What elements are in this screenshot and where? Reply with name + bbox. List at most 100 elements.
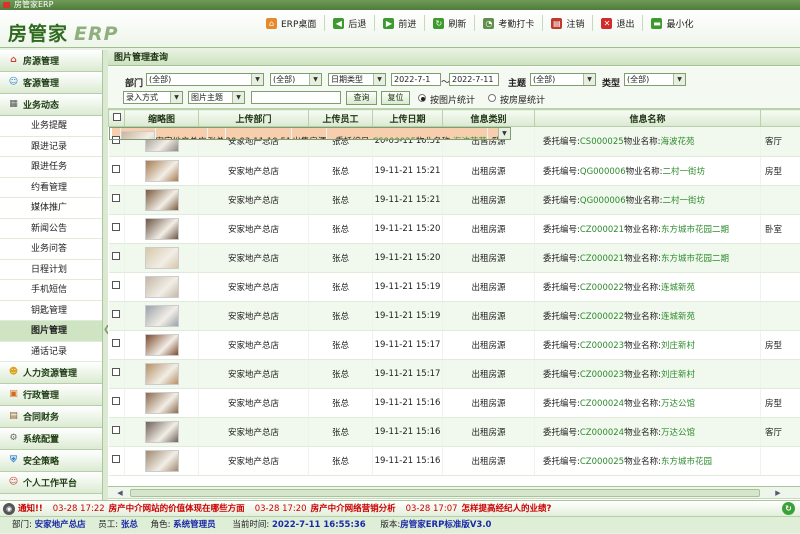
main-toolbar: ⌂ERP桌面◀后退▶前进↻刷新◔考勤打卡▤注销✕退出▬最小化 [266,15,701,31]
notice-time: 03-28 17:22 [53,504,105,514]
table-row[interactable]: 安家地产总店张总19-11-21 15:20出租房源委托编号:CZ000021物… [109,214,800,243]
scroll-right-icon[interactable]: ▶ [772,487,784,499]
sidebar-subitem-9[interactable]: 钥匙管理 [0,301,102,322]
stat-by-picture-radio[interactable] [418,94,426,102]
scroll-left-icon[interactable]: ◀ [114,487,126,499]
table-row[interactable]: 安家地产总店张总19-11-21 15:20出租房源委托编号:CZ000021物… [109,243,800,272]
sidebar-subitem-11[interactable]: 通话记录 [0,342,102,363]
row-checkbox[interactable] [112,281,120,289]
sidebar-top-0[interactable]: ⌂房源管理 [0,50,102,72]
cell-info-name: 委托编号:CZ000022物业名称:连城新苑 [535,301,761,330]
sidebar-subitem-7[interactable]: 日程计划 [0,260,102,281]
notice-link[interactable]: 怎样提高经纪人的业绩? [462,504,552,514]
row-checkbox[interactable] [112,136,120,140]
stat-by-house-radio[interactable] [488,94,496,102]
thumbnail-image[interactable] [145,450,179,472]
row-checkbox[interactable] [112,397,120,405]
cell-staff: 张总 [309,243,373,272]
select-all-checkbox[interactable] [113,113,121,121]
sidebar-subitem-5[interactable]: 新闻公告 [0,219,102,240]
notice-link[interactable]: 房产中介网络营销分析 [311,504,396,514]
sidebar-top-1[interactable]: ☺客源管理 [0,72,102,94]
toolbar-button-1[interactable]: ◀后退 [324,15,374,31]
sidebar-subitem-3[interactable]: 约看管理 [0,178,102,199]
table-row[interactable]: 安家地产总店张总19-11-21 15:16出租房源委托编号:CZ000025物… [109,446,800,475]
toolbar-button-3[interactable]: ↻刷新 [424,15,474,31]
dept-select[interactable]: (全部) [146,73,264,86]
sidebar-subitem-8[interactable]: 手机短信 [0,280,102,301]
table-row[interactable]: 安家地产总店张总19-11-21 15:21出租房源委托编号:QG000006物… [109,156,800,185]
cell-date: 20-03-11 10:51 [225,128,292,140]
date-from-input[interactable]: 2022-7-1 [391,73,441,86]
keyword-input[interactable] [251,91,341,104]
sidebar-bottom-2[interactable]: ▤合同财务 [0,406,102,428]
sidebar-bottom-1[interactable]: ▣行政管理 [0,384,102,406]
reset-button[interactable]: 复位 [381,91,410,105]
sidebar-subitem-10[interactable]: 图片管理 [0,321,102,342]
dept2-select[interactable]: (全部) [270,73,322,86]
sidebar-bottom-4[interactable]: ⛨安全策略 [0,450,102,472]
query-button[interactable]: 查询 [346,91,377,105]
type-select[interactable]: (全部) [624,73,686,86]
select-all-header[interactable] [109,110,125,127]
row-checkbox[interactable] [112,165,120,173]
thumbnail-image[interactable] [145,218,179,240]
scrollbar-thumb[interactable] [130,489,760,497]
row-checkbox[interactable] [112,368,120,376]
sidebar-bottom-3[interactable]: ⚙系统配置 [0,428,102,450]
refresh-notice-icon[interactable]: ↻ [782,502,795,515]
thumbnail-image[interactable] [145,276,179,298]
row-checkbox[interactable] [112,252,120,260]
table-row[interactable]: 安家地产总店张总20-03-11 10:51出售房源委托编号:CS000025物… [109,127,511,140]
cell-dept: 安家地产总店 [199,359,309,388]
business-icon: ▦ [8,99,19,110]
row-checkbox[interactable] [112,194,120,202]
table-row[interactable]: 安家地产总店张总19-11-21 15:19出租房源委托编号:CZ000022物… [109,272,800,301]
table-row[interactable]: 安家地产总店张总19-11-21 15:17出租房源委托编号:CZ000023物… [109,359,800,388]
cell-dept: 安家地产总店 [199,301,309,330]
toolbar-button-0[interactable]: ⌂ERP桌面 [266,15,324,31]
date-to-input[interactable]: 2022-7-11 [449,73,499,86]
toolbar-button-6[interactable]: ✕退出 [592,15,642,31]
sidebar-top-2[interactable]: ▦业务动态 [0,94,102,116]
thumbnail-image[interactable] [145,160,179,182]
notice-link[interactable]: 房产中介网站的价值体现在哪些方面 [109,504,245,514]
toolbar-button-7[interactable]: ▬最小化 [642,15,701,31]
thumbnail-image[interactable] [145,421,179,443]
thumbnail-image[interactable] [145,305,179,327]
thumbnail-image[interactable] [121,131,155,140]
thumbnail-image[interactable] [145,392,179,414]
entry-mode-select[interactable]: 录入方式 [123,91,183,104]
column-header [761,110,800,127]
table-row[interactable]: 安家地产总店张总19-11-21 15:17出租房源委托编号:CZ000023物… [109,330,800,359]
row-checkbox[interactable] [112,339,120,347]
toolbar-button-2[interactable]: ▶前进 [374,15,424,31]
sidebar-subitem-2[interactable]: 跟进任务 [0,157,102,178]
row-checkbox[interactable] [112,455,120,463]
sidebar-subitem-6[interactable]: 业务问答 [0,239,102,260]
sidebar-subitem-0[interactable]: 业务提醒 [0,116,102,137]
table-row[interactable]: 安家地产总店张总19-11-21 15:16出租房源委托编号:CZ000024物… [109,417,800,446]
toolbar-button-4[interactable]: ◔考勤打卡 [474,15,542,31]
cell-extra: 房型 [761,388,800,417]
sidebar-subitem-1[interactable]: 跟进记录 [0,137,102,158]
thumbnail-image[interactable] [145,247,179,269]
sidebar-bottom-5[interactable]: ☺个人工作平台 [0,472,102,494]
thumbnail-image[interactable] [145,334,179,356]
table-row[interactable]: 安家地产总店张总19-11-21 15:16出租房源委托编号:CZ000024物… [109,388,800,417]
row-checkbox[interactable] [112,223,120,231]
thumbnail-image[interactable] [145,363,179,385]
sidebar-subitem-4[interactable]: 媒体推广 [0,198,102,219]
thumbnail-image[interactable] [145,189,179,211]
toolbar-button-5[interactable]: ▤注销 [542,15,592,31]
row-checkbox[interactable] [112,310,120,318]
horizontal-scrollbar[interactable]: ◀ ▶ [108,487,800,499]
table-row[interactable]: 安家地产总店张总19-11-21 15:19出租房源委托编号:CZ000022物… [109,301,800,330]
date-type-select[interactable]: 日期类型 [328,73,386,86]
subject-select[interactable]: (全部) [530,73,596,86]
row-checkbox[interactable] [112,426,120,434]
sidebar-bottom-0[interactable]: ☻人力资源管理 [0,362,102,384]
picture-subject-select[interactable]: 图片主题 [188,91,245,104]
notice-time: 03-28 17:07 [406,504,458,514]
table-row[interactable]: 安家地产总店张总19-11-21 15:21出租房源委托编号:QG000006物… [109,185,800,214]
